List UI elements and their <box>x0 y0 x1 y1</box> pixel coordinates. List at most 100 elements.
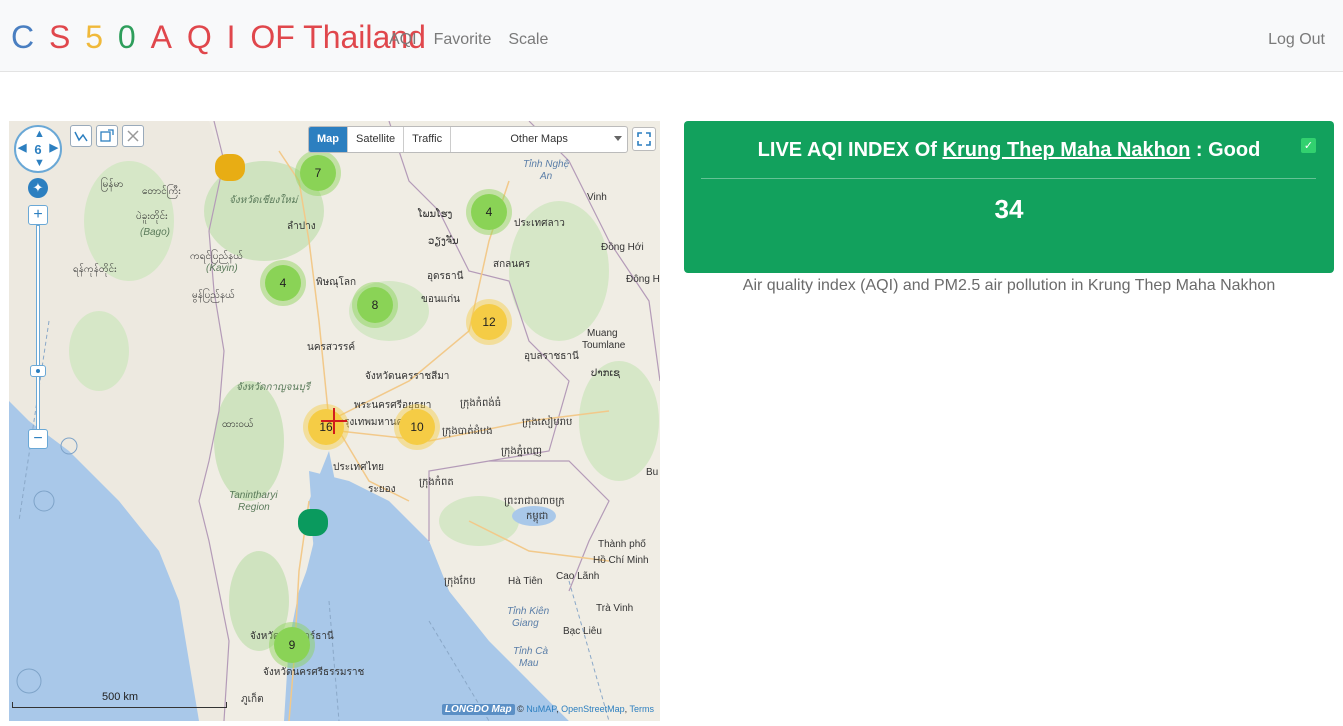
cluster-marker[interactable]: 10 <box>399 409 435 445</box>
map-label: Tanintharyi <box>229 490 278 501</box>
map-label: ក្រុងសៀមរាប <box>522 417 573 428</box>
cluster-marker[interactable]: 7 <box>300 155 336 191</box>
map-type-traffic[interactable]: Traffic <box>404 127 452 152</box>
other-maps-label: Other Maps <box>510 133 568 145</box>
street-view-icon[interactable]: ✦ <box>28 178 48 198</box>
map-label: An <box>540 171 553 182</box>
navbar: C S 5 0 A Q I OF Thailand AQI Favorite S… <box>0 0 1343 72</box>
map-label: Tỉnh Cà <box>513 646 549 657</box>
draw-polygon-icon[interactable] <box>96 125 118 147</box>
map-label: ကရင်ပြည်နယ် <box>190 251 244 262</box>
zoom-slider-thumb[interactable] <box>30 365 46 377</box>
map-label: Hồ Chí Minh <box>593 555 649 566</box>
zoom-in-button[interactable]: + <box>28 205 48 225</box>
map-label: កម្ពុជា <box>526 511 549 522</box>
pan-down-icon[interactable]: ▼ <box>34 158 45 169</box>
pan-right-icon[interactable]: ▶ <box>50 143 58 154</box>
map-label: မွန်ပြည်နယ် <box>192 290 235 301</box>
map-label: တောင်ကြီး <box>142 186 181 197</box>
map-label: Muang <box>587 328 618 339</box>
brand-char: 0 <box>117 19 136 55</box>
aqi-title: LIVE AQI INDEX Of Krung Thep Maha Nakhon… <box>684 139 1334 162</box>
cluster-marker[interactable]: 9 <box>274 627 310 663</box>
chevron-down-icon <box>614 136 623 141</box>
scale-line <box>12 702 227 708</box>
crosshair-icon <box>321 408 347 434</box>
zoom-out-button[interactable]: − <box>28 429 48 449</box>
pan-left-icon[interactable]: ◀ <box>18 143 26 154</box>
map-label: Đồng Hới <box>601 242 644 253</box>
map-label: Tỉnh Nghệ <box>523 159 570 170</box>
aqi-value: 34 <box>994 194 1024 224</box>
draw-line-icon[interactable] <box>70 125 92 147</box>
cluster-marker[interactable]: 8 <box>357 287 393 323</box>
nav-links: AQI Favorite Scale <box>389 30 565 50</box>
map-label: ထားဝယ် <box>222 419 254 430</box>
map-label: Vinh <box>587 192 607 203</box>
map-type-satellite[interactable]: Satellite <box>348 127 405 152</box>
cluster-marker[interactable]: 4 <box>471 194 507 230</box>
map-type-switcher: Map Satellite Traffic Other Maps <box>308 126 629 153</box>
map-label: ព្រះរាជាណាចក្រ <box>504 496 565 507</box>
map-view[interactable]: မြန်မာ တောင်ကြီး ပဲခူးတိုင်း (Bago) ကရင်… <box>9 121 660 721</box>
map-label: พิษณุโลก <box>316 277 357 288</box>
brand-char: S <box>49 19 71 55</box>
fullscreen-icon[interactable] <box>632 127 656 151</box>
clear-drawing-icon[interactable] <box>122 125 144 147</box>
map-label: ក្រុងបាត់ដំបង <box>442 426 493 437</box>
map-label: ประเทศลาว <box>514 218 565 229</box>
map-label: မြန်မာ <box>101 179 124 190</box>
map-label: ວຽງຈັນ <box>428 236 459 247</box>
map-label: จังหวัดนครราชสีมา <box>365 371 450 382</box>
cluster-marker[interactable]: 12 <box>471 304 507 340</box>
zoom-level: 6 <box>34 141 42 157</box>
map-label: นครสวรรค์ <box>307 342 356 353</box>
map-label: (Bago) <box>140 227 171 238</box>
cluster-marker[interactable]: 4 <box>265 265 301 301</box>
brand-logo[interactable]: C S 5 0 A Q I OF Thailand <box>11 18 426 56</box>
map-label: ປາກເຊ <box>591 368 620 379</box>
osm-link[interactable]: OpenStreetMap <box>561 704 625 714</box>
aqi-caption: Air quality index (AQI) and PM2.5 air po… <box>742 277 1276 294</box>
aqi-marker-moderate[interactable] <box>215 154 245 181</box>
aqi-marker-good[interactable] <box>298 509 328 536</box>
numap-link[interactable]: NuMAP <box>526 704 556 714</box>
aqi-status: : Good <box>1195 139 1261 161</box>
map-type-map[interactable]: Map <box>309 127 348 152</box>
other-maps-select[interactable]: Other Maps <box>451 127 627 152</box>
map-label: Region <box>238 502 270 513</box>
aqi-card: LIVE AQI INDEX Of Krung Thep Maha Nakhon… <box>684 121 1334 273</box>
map-label: Đông H <box>626 274 660 285</box>
map-label: Tỉnh Kiên <box>507 606 550 617</box>
map-label: ขอนแก่น <box>421 294 461 305</box>
brand-char: 5 <box>85 19 104 55</box>
pan-up-icon[interactable]: ▲ <box>34 129 45 140</box>
map-label: Cao Lãnh <box>556 571 600 582</box>
nav-link-aqi[interactable]: AQI <box>389 30 417 50</box>
zoom-slider-track[interactable] <box>36 225 40 437</box>
map-label: จังหวัดนครศรีธรรมราช <box>263 667 365 678</box>
map-label: Mau <box>519 658 539 669</box>
aqi-title-prefix: LIVE AQI INDEX Of <box>757 139 937 161</box>
map-label: อุบลราชธานี <box>524 351 579 362</box>
map-label: Bu <box>646 467 659 478</box>
brand-char: C <box>11 19 35 55</box>
map-label: Hà Tiên <box>508 576 543 587</box>
favorite-checkbox[interactable]: ✓ <box>1301 138 1316 153</box>
logout-link[interactable]: Log Out <box>1268 30 1325 50</box>
map-label: จังหวัดกาญจนบุรี <box>236 382 311 393</box>
map-label: ရန်ကုန်တိုင်း <box>73 264 117 275</box>
map-label: Bạc Liêu <box>563 626 602 637</box>
terms-link[interactable]: Terms <box>630 704 655 714</box>
map-label: กรุงเทพมหานคร <box>338 417 409 428</box>
map-label: ក្រុងកំពត <box>419 477 454 488</box>
map-label: Trà Vinh <box>596 603 634 614</box>
nav-link-scale[interactable]: Scale <box>508 30 548 50</box>
map-label: ក្រុងកែប <box>444 576 476 587</box>
map-label: ประเทศไทย <box>333 462 384 473</box>
nav-link-favorite[interactable]: Favorite <box>434 30 492 50</box>
aqi-city-link[interactable]: Krung Thep Maha Nakhon <box>943 139 1191 161</box>
pan-control[interactable]: 6 ▲ ▼ ◀ ▶ <box>14 125 62 173</box>
map-label: (Kayin) <box>206 263 238 274</box>
map-attribution: LONGDO Map © NuMAP, OpenStreetMap, Terms <box>441 704 655 715</box>
